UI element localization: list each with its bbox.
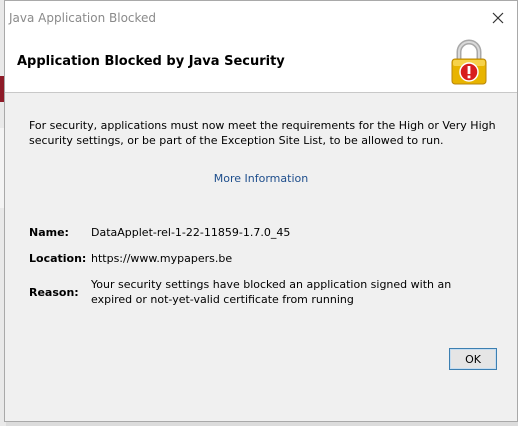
java-blocked-dialog: Java Application Blocked Application Blo…	[4, 0, 518, 422]
detail-row-location: Location: https://www.mypapers.be	[29, 251, 509, 265]
location-label: Location:	[29, 251, 87, 265]
detail-row-name: Name: DataApplet-rel-1-22-11859-1.7.0_45	[29, 225, 509, 239]
close-button[interactable]	[485, 7, 511, 29]
padlock-warning-icon	[451, 39, 487, 85]
name-value: DataApplet-rel-1-22-11859-1.7.0_45	[91, 225, 291, 239]
reason-value: Your security settings have blocked an a…	[91, 278, 452, 306]
security-message: For security, applications must now meet…	[29, 119, 496, 147]
header-title: Application Blocked by Java Security	[17, 54, 285, 69]
dialog-header: Application Blocked by Java Security	[5, 34, 517, 93]
close-icon	[492, 12, 504, 24]
reason-label: Reason:	[29, 285, 79, 299]
title-bar[interactable]: Java Application Blocked	[5, 1, 517, 34]
name-label: Name:	[29, 225, 69, 239]
window-title: Java Application Blocked	[9, 11, 157, 25]
location-value: https://www.mypapers.be	[91, 251, 233, 265]
detail-row-reason: Reason: Your security settings have bloc…	[29, 277, 509, 307]
ok-button[interactable]: OK	[449, 348, 497, 370]
more-information-link[interactable]: More Information	[5, 172, 517, 185]
